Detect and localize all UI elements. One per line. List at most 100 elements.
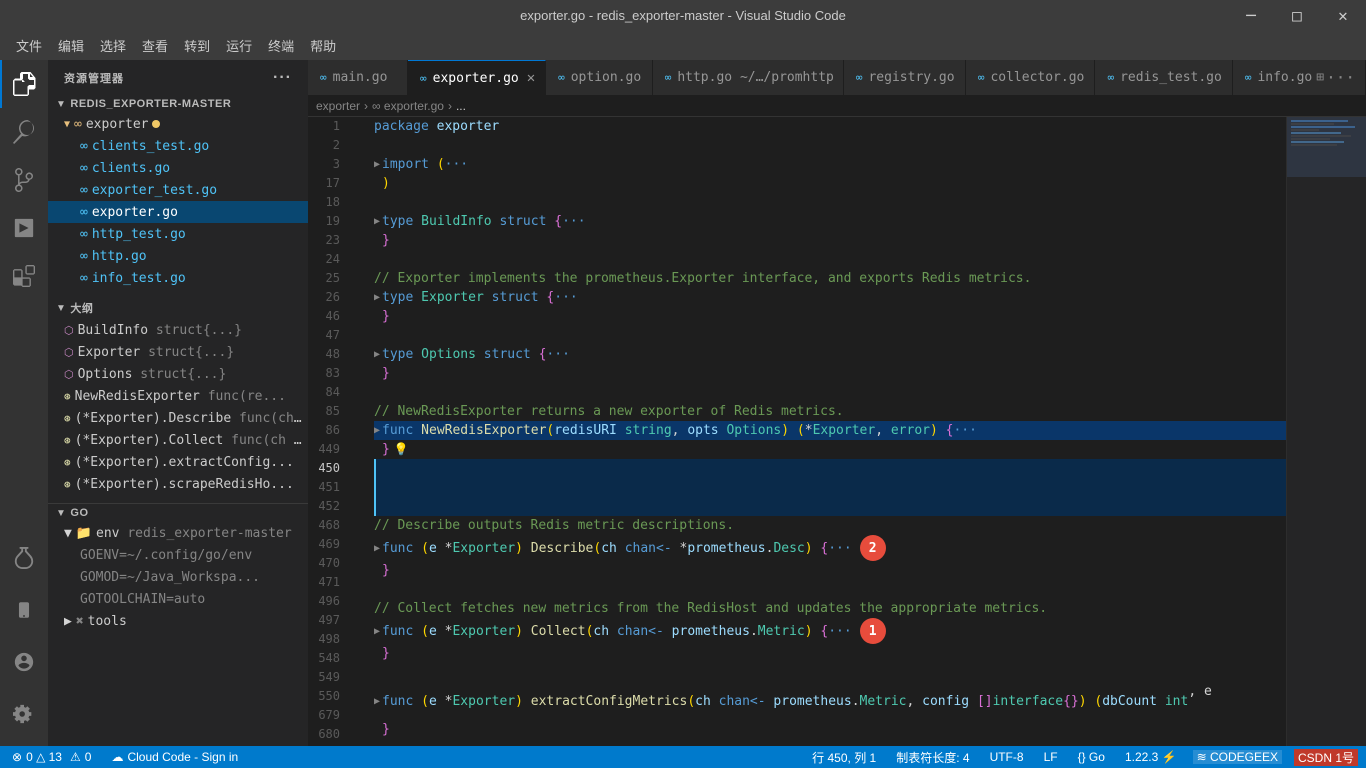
- statusbar-left: ⊗ 0 △ 13 ⚠ 0 ☁ Cloud Code - Sign in: [8, 750, 242, 764]
- code-line-86: ▶func NewRedisExporter(redisURI string, …: [374, 421, 1286, 440]
- sidebar-menu-icon[interactable]: ···: [273, 69, 292, 87]
- file-clients-test[interactable]: ∞ clients_test.go: [48, 135, 308, 157]
- tab-info-go[interactable]: ∞ info.go ⊞ ···: [1233, 60, 1366, 95]
- activity-run[interactable]: [0, 204, 48, 252]
- bulb-449[interactable]: 💡: [394, 440, 409, 459]
- status-tab-size[interactable]: 制表符长度: 4: [892, 749, 973, 766]
- tab-exporter-go[interactable]: ∞ exporter.go ✕: [408, 60, 546, 95]
- outline-describe[interactable]: ⊛ (*Exporter).Describe func(ch...: [48, 407, 308, 429]
- outline-exporter[interactable]: ⬡ Exporter struct{...}: [48, 341, 308, 363]
- code-line-449: } 💡: [374, 440, 1286, 459]
- tab-icon-exporter: ∞: [420, 72, 427, 85]
- tab-http-go[interactable]: ∞ http.go ~/…/promhttp: [653, 60, 844, 95]
- tab-option-go[interactable]: ∞ option.go: [546, 60, 653, 95]
- tab-label-exporter: exporter.go: [433, 71, 519, 86]
- tab-redis-test-go[interactable]: ∞ redis_test.go: [1095, 60, 1232, 95]
- fold-arrow-452[interactable]: ▶: [374, 539, 380, 558]
- code-line-46: }: [374, 307, 1286, 326]
- sidebar-header: 资源管理器 ···: [48, 60, 308, 95]
- file-clients[interactable]: ∞ clients.go: [48, 157, 308, 179]
- file-info-test[interactable]: ∞ info_test.go: [48, 267, 308, 289]
- tab-collector-go[interactable]: ∞ collector.go: [966, 60, 1096, 95]
- breadcrumb: exporter › ∞ exporter.go › ...: [308, 95, 1366, 117]
- activity-accounts[interactable]: [0, 638, 48, 686]
- activity-search[interactable]: [0, 108, 48, 156]
- outline-section[interactable]: ▼ 大纲: [48, 297, 308, 319]
- outline-buildinfo[interactable]: ⬡ BuildInfo struct{...}: [48, 319, 308, 341]
- warning-icon: ⚠: [70, 750, 81, 764]
- go-section[interactable]: ▼ GO: [48, 503, 308, 522]
- go-env-goenv[interactable]: GOENV=~/.config/go/env: [48, 544, 308, 566]
- editor-area: ∞ main.go ∞ exporter.go ✕ ∞ option.go ∞ …: [308, 60, 1366, 746]
- breadcrumb-exporter[interactable]: exporter: [316, 99, 360, 113]
- statusbar: ⊗ 0 △ 13 ⚠ 0 ☁ Cloud Code - Sign in 行 45…: [0, 746, 1366, 768]
- code-line-17: ): [374, 174, 1286, 193]
- status-position[interactable]: 行 450, 列 1: [808, 749, 880, 766]
- fold-arrow-26[interactable]: ▶: [374, 288, 380, 307]
- status-line-endings[interactable]: LF: [1040, 750, 1062, 764]
- activity-bottom: [0, 534, 48, 738]
- file-exporter-test[interactable]: ∞ exporter_test.go: [48, 179, 308, 201]
- menu-view[interactable]: 查看: [134, 32, 176, 59]
- go-tools[interactable]: ▶ ✖ tools: [48, 610, 308, 632]
- tab-registry-go[interactable]: ∞ registry.go: [844, 60, 966, 95]
- activity-scm[interactable]: [0, 156, 48, 204]
- breadcrumb-symbol[interactable]: ...: [456, 99, 466, 113]
- menu-select[interactable]: 选择: [92, 32, 134, 59]
- tab-main-go[interactable]: ∞ main.go: [308, 60, 408, 95]
- file-exporter[interactable]: ∞ exporter.go: [48, 201, 308, 223]
- badge-2: 2: [860, 535, 886, 561]
- menu-file[interactable]: 文件: [8, 32, 50, 59]
- outline-scrape[interactable]: ⊛ (*Exporter).scrapeRedisHo...: [48, 473, 308, 495]
- activity-remote[interactable]: [0, 586, 48, 634]
- fold-arrow-3[interactable]: ▶: [374, 155, 380, 174]
- tab-label-main: main.go: [333, 70, 388, 85]
- code-editor[interactable]: package exporter ▶import (··· ) ▶type Bu…: [358, 117, 1286, 746]
- tabs-bar: ∞ main.go ∞ exporter.go ✕ ∞ option.go ∞ …: [308, 60, 1366, 95]
- fold-arrow-498[interactable]: ▶: [374, 692, 380, 711]
- status-encoding[interactable]: UTF-8: [986, 750, 1028, 764]
- tree-root-redis[interactable]: ▼ REDIS_EXPORTER-MASTER: [48, 95, 308, 113]
- code-line-84: [374, 383, 1286, 402]
- fold-arrow-471[interactable]: ▶: [374, 622, 380, 641]
- menu-goto[interactable]: 转到: [176, 32, 218, 59]
- go-env-gomod[interactable]: GOMOD=~/Java_Workspa...: [48, 566, 308, 588]
- outline-collect[interactable]: ⊛ (*Exporter).Collect func(ch ...: [48, 429, 308, 451]
- activity-testing[interactable]: [0, 534, 48, 582]
- outline-newredisexporter[interactable]: ⊛ NewRedisExporter func(re...: [48, 385, 308, 407]
- status-cloud[interactable]: ☁ Cloud Code - Sign in: [107, 750, 242, 764]
- code-line-452: ▶func (e *Exporter) Describe(ch chan<- *…: [374, 535, 1286, 561]
- status-language[interactable]: {} Go: [1074, 750, 1109, 764]
- fold-arrow-86[interactable]: ▶: [374, 421, 380, 440]
- status-go-version[interactable]: 1.22.3 ⚡: [1121, 750, 1181, 764]
- activity-settings[interactable]: [0, 690, 48, 738]
- go-env-gotoolchain[interactable]: GOTOOLCHAIN=auto: [48, 588, 308, 610]
- activity-extensions[interactable]: [0, 252, 48, 300]
- code-line-25: // Exporter implements the prometheus.Ex…: [374, 269, 1286, 288]
- maximize-button[interactable]: □: [1274, 0, 1320, 30]
- file-http-test[interactable]: ∞ http_test.go: [48, 223, 308, 245]
- fold-arrow-19[interactable]: ▶: [374, 212, 380, 231]
- tab-close-exporter[interactable]: ✕: [527, 71, 535, 85]
- tab-split-icon[interactable]: ⊞: [1316, 70, 1324, 85]
- menu-run[interactable]: 运行: [218, 32, 260, 59]
- menu-help[interactable]: 帮助: [302, 32, 344, 59]
- outline-extractconfig[interactable]: ⊛ (*Exporter).extractConfig...: [48, 451, 308, 473]
- activity-explorer[interactable]: [0, 60, 48, 108]
- close-button[interactable]: ✕: [1320, 0, 1366, 30]
- tab-more-icon[interactable]: ···: [1326, 68, 1355, 87]
- menu-edit[interactable]: 编辑: [50, 32, 92, 59]
- status-codegeex[interactable]: ≋ CODEGEEX: [1193, 750, 1282, 764]
- breadcrumb-file[interactable]: ∞ exporter.go: [372, 99, 444, 113]
- minimap[interactable]: [1286, 117, 1366, 746]
- tree-exporter-folder[interactable]: ▼ ∞ exporter: [48, 113, 308, 135]
- go-env-folder[interactable]: ▼ 📁 env redis_exporter-master: [48, 522, 308, 544]
- file-http[interactable]: ∞ http.go: [48, 245, 308, 267]
- error-count: 0 △ 13: [26, 750, 62, 764]
- status-csdn[interactable]: CSDN 1号: [1294, 749, 1358, 766]
- outline-options[interactable]: ⬡ Options struct{...}: [48, 363, 308, 385]
- status-errors[interactable]: ⊗ 0 △ 13 ⚠ 0: [8, 750, 95, 764]
- minimize-button[interactable]: ─: [1228, 0, 1274, 30]
- fold-arrow-48[interactable]: ▶: [374, 345, 380, 364]
- menu-terminal[interactable]: 终端: [260, 32, 302, 59]
